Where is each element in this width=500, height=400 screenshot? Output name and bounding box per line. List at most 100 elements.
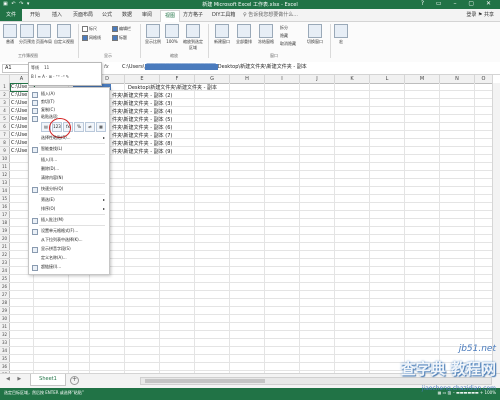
sheet-tab-sheet1[interactable]: Sheet1 [30,374,66,386]
cell-text-row6[interactable]: 件夹\新建文件夹 - 副本 (6) [112,124,172,131]
menu-item-paste-special[interactable]: 选择性粘贴(S)... ▸ [29,134,109,142]
column-header[interactable]: O [475,75,493,84]
menu-item-phonetic[interactable]: 显示拼音字段(S) [29,245,109,253]
sheet-nav-arrows[interactable]: ◀ ▶ [6,376,24,382]
cell-text-row2[interactable]: 件夹\新建文件夹 - 副本 (2) [112,92,172,99]
gridline-col [229,83,230,373]
menu-item-copy[interactable]: 剪切(T) [29,98,109,106]
add-sheet-icon[interactable]: + [70,376,79,385]
cell-text-row9[interactable]: 件夹\新建文件夹 - 副本 (9) [112,148,172,155]
switch-windows-button[interactable]: 切换窗口 [304,24,326,45]
column-header[interactable]: I [265,75,300,84]
hide-button[interactable]: 隐藏 [280,33,288,39]
mini-font-row[interactable]: 等线 11 [31,65,49,71]
headings-checkbox[interactable]: 标题 [112,35,127,41]
gridline-row [9,306,500,307]
macros-button[interactable]: 宏 [334,24,348,45]
tell-me-search[interactable]: ♀ 告诉我您想要做什么... [243,11,323,18]
cell-text-row3[interactable]: 件夹\新建文件夹 - 副本 (3) [112,100,172,107]
column-header[interactable]: N [440,75,475,84]
cell-text-row4[interactable]: 件夹\新建文件夹 - 副本 (4) [112,108,172,115]
gridline-row [9,282,500,283]
column-header[interactable]: G [195,75,230,84]
column-header[interactable]: L [370,75,405,84]
macro-icon [334,24,348,38]
tab-page-layout[interactable]: 页面布局 [73,11,93,18]
menu-item-insert[interactable]: 插入(I)... [29,156,109,164]
zoom-button[interactable]: 显示比例 [144,24,162,45]
menu-item-copy2[interactable]: 复制(C) [29,106,109,114]
arrange-all-button[interactable]: 全部重排 [234,24,254,45]
page-break-preview-button[interactable]: 分页预览 [19,24,35,45]
cell-text-row5[interactable]: 件夹\新建文件夹 - 副本 (5) [112,116,172,123]
zoom-to-selection-button[interactable]: 缩放到选定区域 [182,24,204,51]
cell-a2[interactable]: C:\Use [11,92,27,98]
normal-view-button[interactable]: 普通 [2,24,18,45]
cell-text-row7[interactable]: 件夹\新建文件夹 - 副本 (7) [112,132,172,139]
scroll-thumb[interactable] [145,379,265,383]
tab-view[interactable]: 视图 [160,10,181,22]
cell-text-row8[interactable]: 件夹\新建文件夹 - 副本 (8) [112,140,172,147]
paste-link-button[interactable]: ▦ [96,122,106,132]
column-header[interactable]: E [125,75,160,84]
ruler-checkbox[interactable]: 标尺 [82,26,97,32]
unhide-button[interactable]: 取消隐藏 [280,41,296,47]
custom-views-button[interactable]: 自定义视图 [54,24,74,45]
cell-a9[interactable]: C:\Use [11,148,27,154]
cell-text-row1[interactable]: Desktop\新建文件夹\新建文件夹 - 副本 [128,84,217,91]
tab-review[interactable]: 审阅 [142,11,152,18]
mini-format-row[interactable]: B I ≡ A · ⊞ · ⁺⁰ ⁻⁰ ✎ [31,74,69,79]
cell-a1[interactable]: C:\Use [11,84,27,90]
tab-fangfang[interactable]: 方方格子 [183,11,203,18]
page-layout-view-button[interactable]: 页面布局 [36,24,52,45]
tab-diy-toolbox[interactable]: DIY工具箱 [212,11,235,18]
menu-separator [39,183,105,184]
menu-item-filter[interactable]: 筛选(E) ▸ [29,196,109,204]
arrange-all-icon [237,24,251,38]
menu-item-delete[interactable]: 删除(D)... [29,165,109,173]
tab-data[interactable]: 数据 [122,11,132,18]
column-header[interactable]: H [230,75,265,84]
column-header[interactable]: M [405,75,440,84]
column-header[interactable]: K [335,75,370,84]
formula-input[interactable]: C:\Users\ ██████████████████ Desktop\新建文件夹… [122,64,307,71]
cell-a7[interactable]: C:\Use [11,132,27,138]
menu-item-format-cells[interactable]: 设置单元格格式(F)... [29,227,109,235]
login-share[interactable]: 登录 ⚑ 共享 [466,11,494,18]
menu-item-hyperlink[interactable]: 超链接(I)... [29,263,109,271]
zoom-100-icon [165,24,179,38]
fx-icon[interactable]: fx [104,64,109,70]
menu-item-smart-lookup[interactable]: 智能查找(L) [29,145,109,153]
mini-toolbar[interactable]: 等线 11 B I ≡ A · ⊞ · ⁺⁰ ⁻⁰ ✎ [28,62,102,86]
tab-file[interactable]: 文件 [0,9,22,21]
zoom-100-button[interactable]: 100% [164,24,180,44]
cell-a4[interactable]: C:\Use [11,108,27,114]
column-header[interactable]: F [160,75,195,84]
menu-item-insert-comment[interactable]: 插入批注(M) [29,216,109,224]
tab-insert[interactable]: 插入 [52,11,62,18]
column-header[interactable]: J [300,75,335,84]
menu-item-pick-from-list[interactable]: 从下拉列表中选择(K)... [29,236,109,244]
group-separator [78,24,79,58]
menu-item-cut[interactable]: 插入(A) [29,90,109,98]
cell-a8[interactable]: C:\Use [11,140,27,146]
menu-item-clear[interactable]: 清除内容(N) [29,174,109,182]
gridline-row [9,338,500,339]
vertical-scrollbar[interactable] [492,83,500,373]
freeze-panes-button[interactable]: 冻结窗格 [256,24,276,45]
menu-item-sort[interactable]: 排序(O) ▸ [29,205,109,213]
paste-transpose-button[interactable]: ⇄ [85,122,95,132]
cell-a5[interactable]: C:\Use [11,116,27,122]
menu-item-quick-analysis[interactable]: 快速分析(Q) [29,185,109,193]
split-button[interactable]: 拆分 [280,25,288,31]
window-controls[interactable]: ? ▭ – ▢ ✕ [421,0,496,7]
gridlines-checkbox[interactable]: 网格线 [82,35,101,41]
new-window-button[interactable]: 新建窗口 [212,24,232,45]
cell-a6[interactable]: C:\Use [11,124,27,130]
tab-home[interactable]: 开始 [30,11,40,18]
paste-formatting-button[interactable]: % [74,122,84,132]
formula-bar-checkbox[interactable]: 编辑栏 [112,26,131,32]
menu-item-define-name[interactable]: 定义名称(A)... [29,254,109,262]
cell-a3[interactable]: C:\Use [11,100,27,106]
tab-formulas[interactable]: 公式 [102,11,112,18]
